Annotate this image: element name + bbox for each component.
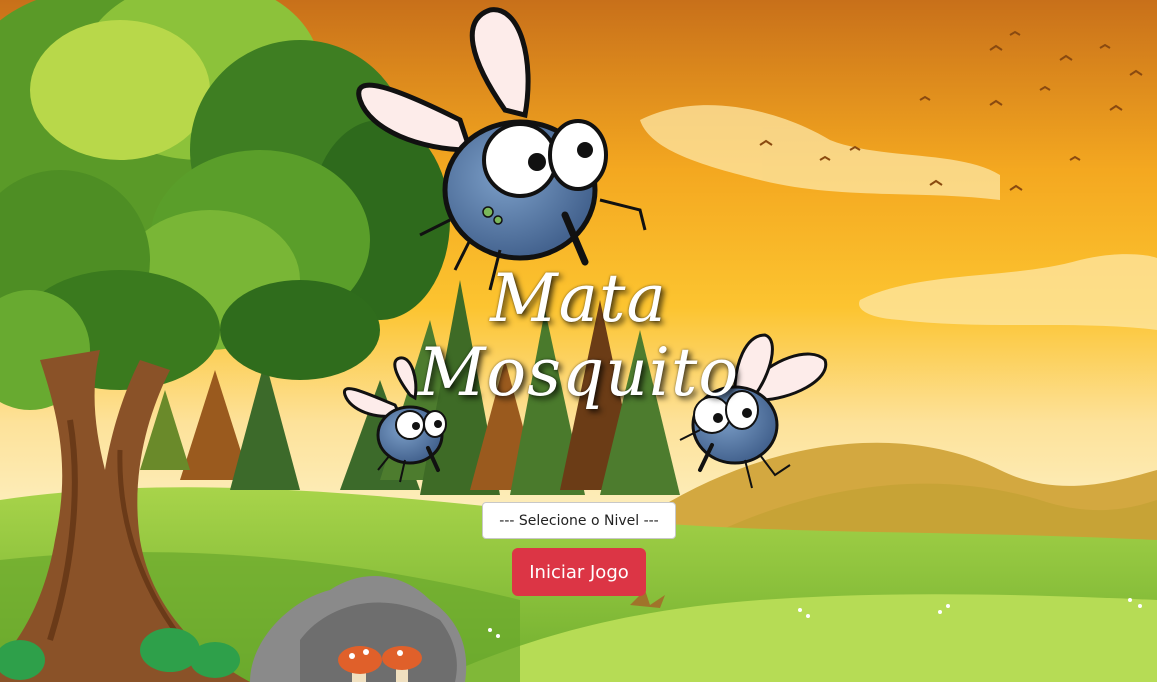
- level-select[interactable]: --- Selecione o Nivel ---: [482, 502, 676, 539]
- game-title-line1: Mata: [490, 260, 667, 337]
- start-game-button[interactable]: Iniciar Jogo: [512, 548, 646, 596]
- game-title: Mata Mosquito: [0, 262, 1157, 410]
- game-title-line2: Mosquito: [417, 334, 740, 411]
